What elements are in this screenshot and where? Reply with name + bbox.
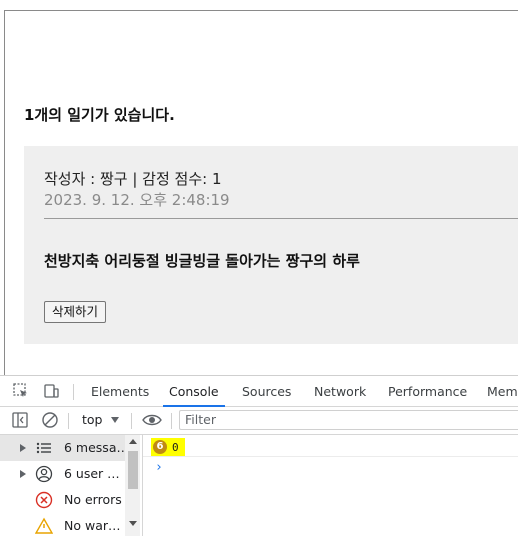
- viewport-top-border: [4, 10, 518, 11]
- tab-elements[interactable]: Elements: [91, 376, 149, 406]
- log-value: 0: [172, 440, 179, 454]
- toolbar-separator: [68, 413, 69, 429]
- sidebar-item-user-messages[interactable]: 6 user …: [0, 461, 125, 487]
- diary-count-heading: 1개의 일기가 있습니다.: [24, 106, 175, 124]
- scroll-up-arrow-icon[interactable]: [129, 439, 137, 444]
- sidebar-item-label: No war…: [64, 518, 121, 533]
- console-toolbar: top Filter: [0, 407, 518, 435]
- divider: [143, 456, 518, 457]
- diary-content: 천방지축 어리둥절 빙글빙글 돌아가는 짱구의 하루: [44, 252, 360, 270]
- context-selector[interactable]: top: [82, 412, 102, 427]
- console-sidebar: 6 messa… 6 user … No errors No war…: [0, 435, 143, 536]
- inspect-element-icon[interactable]: [12, 382, 30, 400]
- tab-sources[interactable]: Sources: [242, 376, 291, 406]
- error-icon: [35, 491, 53, 509]
- diary-author-line: 작성자 : 짱구 | 감정 점수: 1: [44, 170, 222, 188]
- sidebar-item-label: 6 messa…: [64, 440, 129, 455]
- expand-arrow-icon[interactable]: [20, 444, 26, 452]
- toolbar-separator: [73, 384, 74, 400]
- filter-input[interactable]: Filter: [179, 410, 518, 430]
- toolbar-separator: [171, 413, 172, 429]
- sidebar-toggle-icon[interactable]: [11, 411, 29, 429]
- viewport-left-border: [4, 11, 5, 375]
- chevron-down-icon[interactable]: [111, 417, 119, 423]
- tab-memory[interactable]: Mem: [487, 376, 518, 406]
- divider: [44, 218, 518, 219]
- warning-icon: [34, 517, 54, 535]
- tab-console[interactable]: Console: [163, 376, 225, 407]
- console-output: 6 0 ›: [143, 435, 518, 536]
- devtools-tabbar: Elements Console Sources Network Perform…: [0, 376, 518, 407]
- sidebar-item-messages[interactable]: 6 messa…: [0, 435, 129, 461]
- page-viewport: 1개의 일기가 있습니다. 작성자 : 짱구 | 감정 점수: 1 2023. …: [0, 0, 518, 375]
- eye-icon[interactable]: [142, 411, 162, 429]
- diary-date: 2023. 9. 12. 오후 2:48:19: [44, 191, 230, 209]
- scrollbar-thumb[interactable]: [128, 451, 138, 489]
- expand-arrow-icon[interactable]: [20, 470, 26, 478]
- sidebar-item-label: 6 user …: [64, 466, 120, 481]
- user-icon: [35, 465, 53, 483]
- diary-item: 작성자 : 짱구 | 감정 점수: 1 2023. 9. 12. 오후 2:48…: [24, 146, 518, 344]
- clear-console-icon[interactable]: [41, 411, 59, 429]
- delete-button[interactable]: 삭제하기: [44, 301, 107, 323]
- scroll-down-arrow-icon[interactable]: [129, 521, 137, 526]
- list-icon: [35, 439, 53, 457]
- sidebar-item-warnings[interactable]: No war…: [0, 513, 125, 536]
- sidebar-item-label: No errors: [64, 492, 122, 507]
- console-log-entry: 6 0: [151, 438, 185, 456]
- tab-network[interactable]: Network: [314, 376, 366, 406]
- repeat-count-badge: 6: [153, 440, 167, 454]
- toolbar-separator: [131, 413, 132, 429]
- tab-performance[interactable]: Performance: [388, 376, 467, 406]
- device-toolbar-icon[interactable]: [42, 382, 60, 400]
- console-prompt[interactable]: ›: [155, 460, 163, 475]
- sidebar-item-errors[interactable]: No errors: [0, 487, 125, 513]
- devtools-panel: Elements Console Sources Network Perform…: [0, 375, 518, 536]
